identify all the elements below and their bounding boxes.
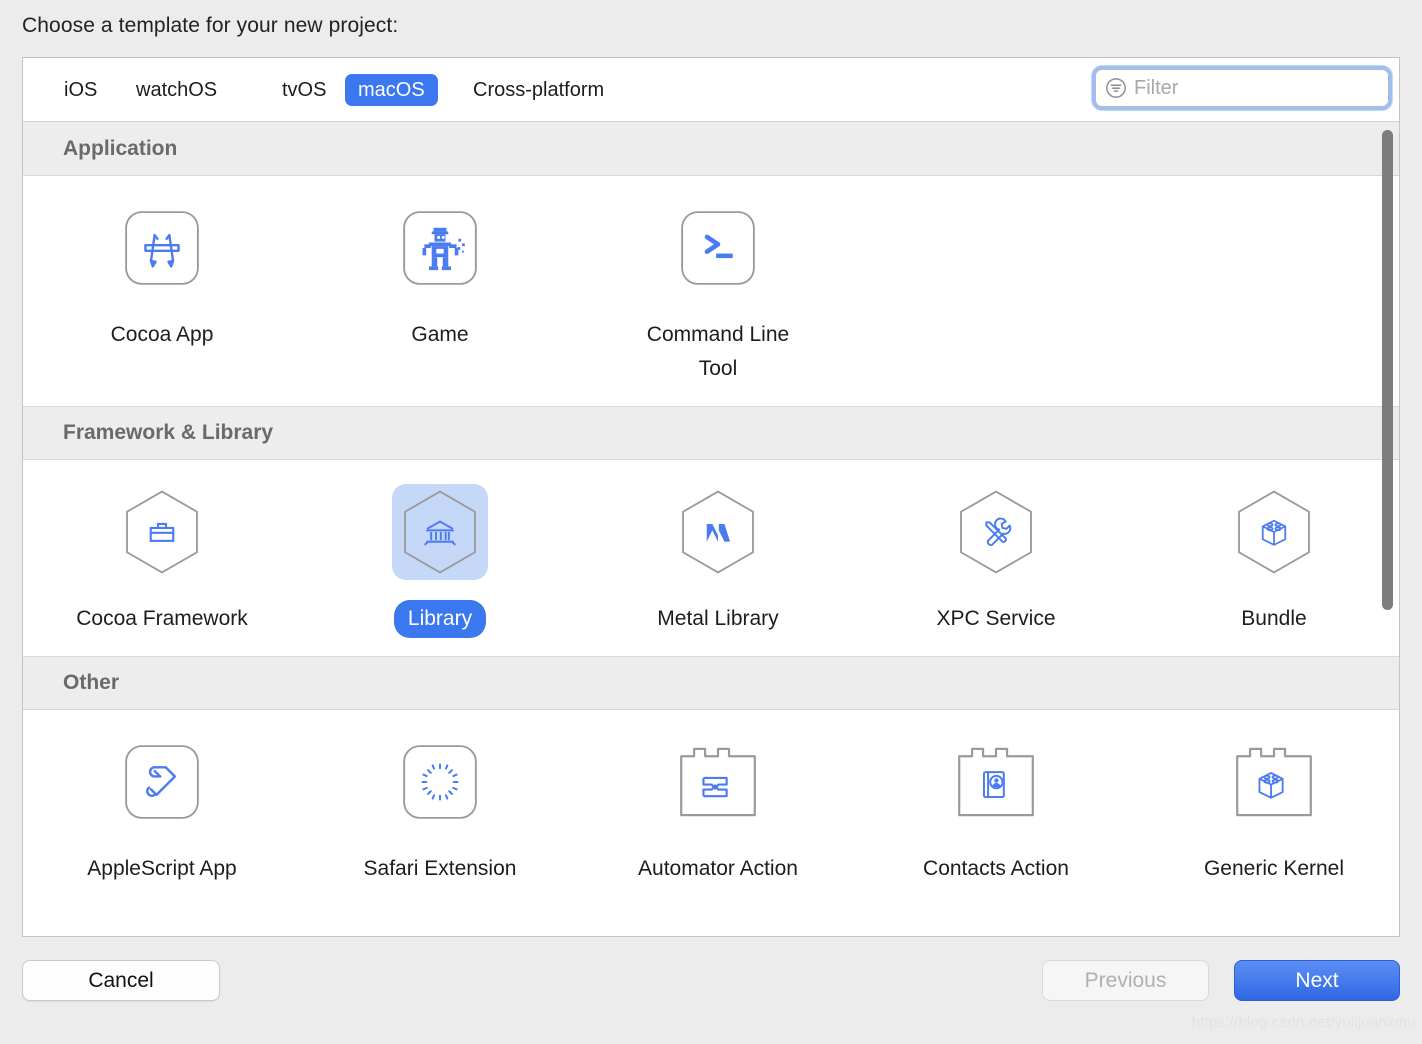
template-tile-applescript-app[interactable]: AppleScript App bbox=[23, 734, 301, 888]
template-tile-label: Library bbox=[393, 600, 487, 638]
previous-button[interactable]: Previous bbox=[1042, 960, 1209, 1001]
section-header-framework-library: Framework & Library bbox=[23, 406, 1399, 460]
template-tile-library[interactable]: Library bbox=[301, 484, 579, 638]
template-tile-label: Cocoa App bbox=[110, 323, 214, 346]
contacts-book-icon[interactable] bbox=[948, 734, 1044, 830]
template-tile-cocoa-framework[interactable]: Cocoa Framework bbox=[23, 484, 301, 638]
template-tile-game[interactable]: Game bbox=[301, 200, 579, 388]
filter-field-inner bbox=[1095, 69, 1389, 107]
template-tile-cocoa-app[interactable]: Cocoa App bbox=[23, 200, 301, 388]
template-tile-label: Bundle bbox=[1241, 607, 1307, 630]
template-tile-xpc-service[interactable]: XPC Service bbox=[857, 484, 1135, 638]
template-tile-generic-kernel[interactable]: Generic Kernel bbox=[1135, 734, 1399, 888]
platform-tab-watchos[interactable]: watchOS bbox=[123, 74, 230, 106]
brick-block-icon[interactable] bbox=[1226, 734, 1322, 830]
platform-tab-cross-platform[interactable]: Cross-platform bbox=[460, 74, 617, 106]
section-title: Other bbox=[63, 671, 120, 694]
template-row: Cocoa Framework Library Metal Library XPC S… bbox=[23, 460, 1399, 656]
template-tile-contacts-action[interactable]: Contacts Action bbox=[857, 734, 1135, 888]
toolbox-icon[interactable] bbox=[114, 484, 210, 580]
filter-input[interactable] bbox=[1134, 76, 1364, 100]
template-scroll-area[interactable]: Application Cocoa App Game Command Line Too… bbox=[23, 122, 1399, 936]
template-tile-label: Generic Kernel bbox=[1203, 857, 1345, 880]
template-tile-label: XPC Service bbox=[936, 607, 1056, 630]
template-tile-label: Command Line Tool bbox=[646, 323, 790, 380]
section-title: Application bbox=[63, 136, 178, 160]
section-title: Framework & Library bbox=[63, 421, 274, 444]
compass-icon[interactable] bbox=[392, 734, 488, 830]
app-store-a-icon[interactable] bbox=[114, 200, 210, 296]
template-tile-label: Game bbox=[411, 323, 469, 346]
scroll-icon[interactable] bbox=[114, 734, 210, 830]
template-row: Cocoa App Game Command Line Tool bbox=[23, 176, 1399, 406]
template-tile-command-line-tool[interactable]: Command Line Tool bbox=[579, 200, 857, 388]
pixel-robot-icon[interactable] bbox=[392, 200, 488, 296]
dialog-footer: Cancel Previous Next https://blog.csdn.n… bbox=[0, 948, 1422, 1044]
vertical-scrollbar[interactable] bbox=[1379, 122, 1397, 936]
template-tile-label: Cocoa Framework bbox=[76, 607, 248, 630]
template-tile-safari-extension[interactable]: Safari Extension bbox=[301, 734, 579, 888]
brick-block-icon[interactable] bbox=[1226, 484, 1322, 580]
page-title: Choose a template for your new project: bbox=[22, 14, 399, 37]
platform-tab-ios[interactable]: iOS bbox=[51, 74, 110, 106]
next-button[interactable]: Next bbox=[1234, 960, 1400, 1001]
template-tile-metal-library[interactable]: Metal Library bbox=[579, 484, 857, 638]
template-tile-automator-action[interactable]: Automator Action bbox=[579, 734, 857, 888]
template-tile-label: Contacts Action bbox=[923, 857, 1069, 880]
template-tile-label: Safari Extension bbox=[363, 857, 517, 880]
template-tile-label: Metal Library bbox=[657, 607, 779, 630]
automator-arrows-icon[interactable] bbox=[670, 734, 766, 830]
template-chooser-panel: iOS watchOS tvOSmacOS Cross-platform Applic… bbox=[22, 57, 1400, 937]
section-header-other: Other bbox=[23, 656, 1399, 710]
bank-building-icon[interactable] bbox=[392, 484, 488, 580]
metal-m-icon[interactable] bbox=[670, 484, 766, 580]
template-sections: Application Cocoa App Game Command Line Too… bbox=[23, 122, 1399, 906]
template-tile-bundle[interactable]: Bundle bbox=[1135, 484, 1399, 638]
terminal-prompt-icon[interactable] bbox=[670, 200, 766, 296]
section-header-application: Application bbox=[23, 122, 1399, 176]
cancel-button[interactable]: Cancel bbox=[22, 960, 220, 1001]
platform-tab-bar: iOS watchOS tvOS macOS Cross-platform bbox=[23, 58, 1399, 122]
filter-circle-icon bbox=[1106, 78, 1126, 98]
template-row: AppleScript App Safari Extension Automator… bbox=[23, 710, 1399, 906]
wrench-screwdriver-icon[interactable] bbox=[948, 484, 1044, 580]
watermark-text: https://blog.csdn.net/yulijuanxmu bbox=[1191, 1014, 1416, 1031]
scrollbar-thumb[interactable] bbox=[1382, 130, 1393, 610]
template-tile-label: Automator Action bbox=[638, 857, 798, 880]
platform-tab-tvos[interactable]: tvOS bbox=[269, 74, 339, 106]
template-tile-label: AppleScript App bbox=[87, 857, 237, 880]
platform-tab-macos[interactable]: macOS bbox=[345, 74, 438, 106]
filter-field[interactable] bbox=[1092, 66, 1392, 110]
